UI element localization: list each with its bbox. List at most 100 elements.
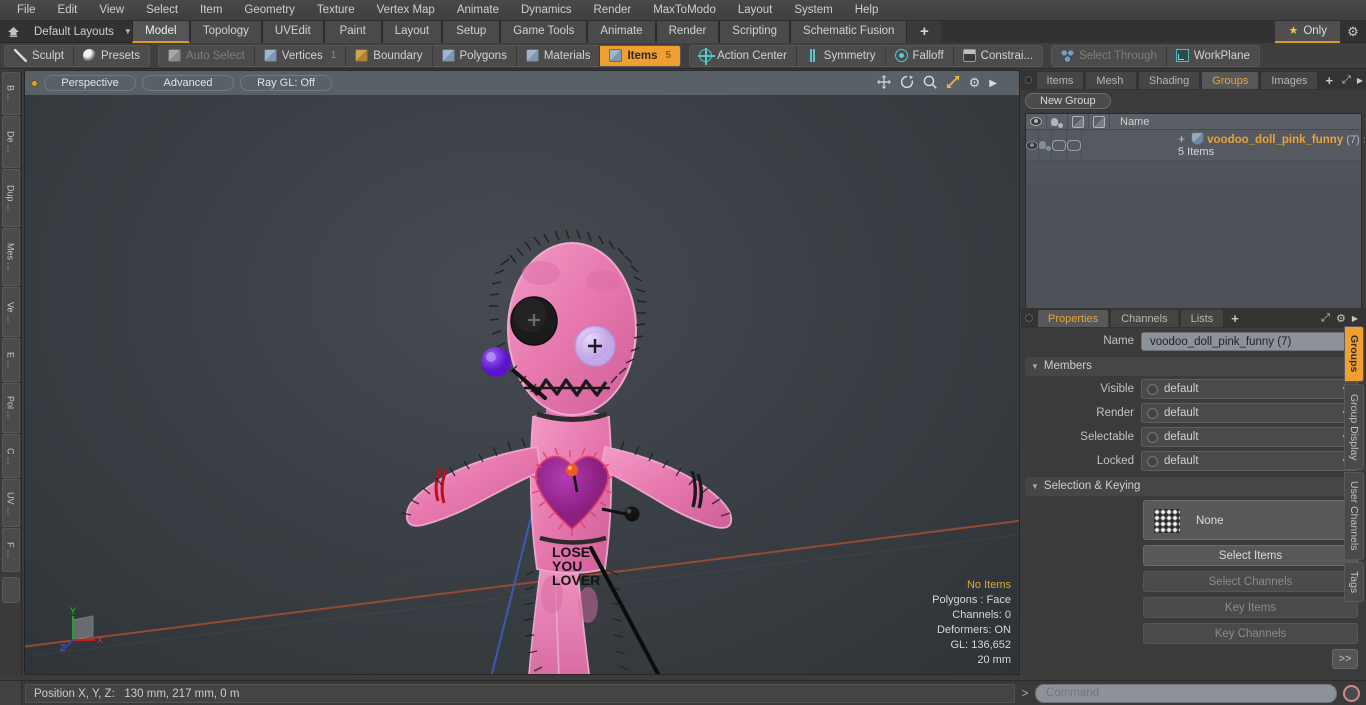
tab-shading[interactable]: Shading xyxy=(1137,71,1201,89)
left-tab-edge[interactable]: E ... xyxy=(1,338,20,382)
render-dropdown[interactable]: default ▼ xyxy=(1141,403,1358,423)
bottom-left-handle[interactable] xyxy=(0,680,22,705)
menu-item-system[interactable]: System xyxy=(783,0,843,21)
tree-empty-area[interactable] xyxy=(1026,161,1361,183)
panel-menu-dot[interactable] xyxy=(1025,314,1033,322)
rotate-icon[interactable] xyxy=(900,75,914,92)
left-tab-deform[interactable]: De ... xyxy=(1,116,20,168)
tab-schematic-fusion[interactable]: Schematic Fusion xyxy=(790,20,908,43)
radio-icon[interactable] xyxy=(1147,407,1158,419)
menu-item-file[interactable]: File xyxy=(6,0,47,21)
tab-groups[interactable]: Groups xyxy=(1201,71,1260,89)
auto-select-button[interactable]: Auto Select xyxy=(158,45,255,66)
tab-render[interactable]: Render xyxy=(655,20,720,43)
vtab-group-display[interactable]: Group Display xyxy=(1344,384,1364,470)
gear-icon[interactable]: ⚙ xyxy=(969,75,981,91)
layout-name[interactable]: Default Layouts xyxy=(26,26,122,38)
menu-item-dynamics[interactable]: Dynamics xyxy=(510,0,582,21)
selectable-dropdown[interactable]: default ▼ xyxy=(1141,427,1358,447)
row-visible-toggle[interactable] xyxy=(1026,130,1039,160)
new-group-button[interactable]: New Group xyxy=(1025,93,1111,109)
materials-button[interactable]: Materials xyxy=(516,45,601,66)
groups-tree[interactable]: Name + voodoo_doll_pink_funny (7) : Gr .… xyxy=(1025,113,1366,309)
left-tab-vertex[interactable]: Ve ... xyxy=(1,287,20,337)
radio-icon[interactable] xyxy=(1147,431,1158,443)
locked-dropdown[interactable]: default ▼ xyxy=(1141,451,1358,471)
record-icon[interactable] xyxy=(1343,684,1360,702)
play-arrow-icon[interactable]: ▶ xyxy=(989,78,997,89)
expand-icon[interactable]: ⤢ xyxy=(1318,312,1333,325)
falloff-button[interactable]: Falloff xyxy=(885,45,954,66)
tab-items[interactable]: Items xyxy=(1035,71,1085,89)
viewport-projection-dropdown[interactable]: Perspective xyxy=(44,75,136,91)
row-deform-toggle[interactable] xyxy=(1039,130,1052,160)
chevron-right-icon[interactable]: ▶ xyxy=(1349,314,1366,323)
left-tab-mesh[interactable]: Mes ... xyxy=(1,228,20,286)
selection-keying-section-header[interactable]: ▼ Selection & Keying xyxy=(1025,477,1358,496)
left-tab-fusion[interactable]: F ... xyxy=(1,528,20,572)
left-tab-polygon[interactable]: Pol ... xyxy=(1,383,20,433)
select-items-button[interactable]: Select Items xyxy=(1143,545,1358,566)
tab-properties[interactable]: Properties xyxy=(1037,309,1110,327)
tab-uvedit[interactable]: UVEdit xyxy=(261,20,324,43)
tab-mesh[interactable]: Mesh ... xyxy=(1085,71,1137,105)
left-tab-extra[interactable] xyxy=(1,577,20,603)
menu-item-view[interactable]: View xyxy=(88,0,135,21)
visible-dropdown[interactable]: default ▼ xyxy=(1141,379,1358,399)
row-shade-toggle[interactable] xyxy=(1067,130,1082,160)
tab-topology[interactable]: Topology xyxy=(189,20,262,43)
action-center-button[interactable]: Action Center xyxy=(690,45,797,66)
items-button[interactable]: Items 5 xyxy=(600,45,681,66)
tab-channels[interactable]: Channels xyxy=(1110,309,1179,327)
radio-icon[interactable] xyxy=(1147,455,1158,467)
axis-gizmo[interactable]: Y X Z xyxy=(59,604,111,656)
menu-item-animate[interactable]: Animate xyxy=(446,0,510,21)
tab-paint[interactable]: Paint xyxy=(323,20,382,43)
tab-animate[interactable]: Animate xyxy=(587,20,656,43)
group-name[interactable]: voodoo_doll_pink_funny xyxy=(1207,134,1343,146)
menu-item-texture[interactable]: Texture xyxy=(306,0,366,21)
vtab-groups[interactable]: Groups xyxy=(1344,326,1364,382)
row-wire-toggle[interactable] xyxy=(1052,130,1067,160)
constraint-button[interactable]: Constrai... xyxy=(953,45,1043,66)
vertices-button[interactable]: Vertices 1 xyxy=(254,45,347,66)
vtab-user-channels[interactable]: User Channels xyxy=(1344,472,1364,560)
viewport-canvas[interactable]: LOSE YOU LOVER No Items Polygons : Face … xyxy=(25,95,1019,674)
plus-expand-icon[interactable]: + xyxy=(1178,132,1185,146)
left-tab-curve[interactable]: C ... xyxy=(1,434,20,478)
expand-icon[interactable]: ⤢ xyxy=(1339,74,1354,87)
chevron-right-icon[interactable]: ▶ xyxy=(1354,76,1366,85)
left-tab-uv[interactable]: UV ... xyxy=(1,479,20,527)
tab-setup[interactable]: Setup xyxy=(442,20,501,43)
zoom-icon[interactable] xyxy=(923,75,937,92)
command-input[interactable] xyxy=(1035,683,1337,703)
table-row[interactable]: + voodoo_doll_pink_funny (7) : Gr ... 5 … xyxy=(1026,130,1366,161)
boundary-button[interactable]: Boundary xyxy=(346,45,433,66)
symmetry-button[interactable]: Symmetry xyxy=(796,45,886,66)
name-field[interactable]: voodoo_doll_pink_funny (7) xyxy=(1141,331,1358,351)
gear-icon[interactable]: ⚙ xyxy=(1340,21,1366,43)
presets-button[interactable]: Presets xyxy=(73,45,149,66)
radio-icon[interactable] xyxy=(1147,383,1158,395)
vtab-tags[interactable]: Tags xyxy=(1344,562,1364,602)
move-icon[interactable] xyxy=(876,74,891,92)
fast-forward-button[interactable]: >> xyxy=(1332,649,1358,669)
fit-icon[interactable] xyxy=(946,75,960,92)
add-properties-tab-button[interactable]: + xyxy=(1225,311,1245,326)
sculpt-button[interactable]: Sculpt xyxy=(5,45,74,66)
menu-item-layout[interactable]: Layout xyxy=(727,0,784,21)
menu-item-item[interactable]: Item xyxy=(189,0,233,21)
panel-menu-dot[interactable] xyxy=(1025,76,1032,84)
voodoo-doll-model[interactable]: LOSE YOU LOVER xyxy=(25,95,1019,674)
tab-scripting[interactable]: Scripting xyxy=(719,20,791,43)
menu-item-maxtomodo[interactable]: MaxToModo xyxy=(642,0,727,21)
menu-item-vertex-map[interactable]: Vertex Map xyxy=(366,0,446,21)
viewport-state-dot[interactable] xyxy=(31,79,38,87)
chevron-down-icon[interactable]: ▼ xyxy=(124,27,132,36)
menu-item-select[interactable]: Select xyxy=(135,0,189,21)
position-readout[interactable]: Position X, Y, Z: 130 mm, 217 mm, 0 m xyxy=(25,683,1015,703)
home-icon[interactable] xyxy=(0,21,26,43)
workplane-button[interactable]: WorkPlane xyxy=(1166,45,1259,66)
left-tab-duplicate[interactable]: Dup ... xyxy=(1,169,20,227)
left-tab-basic[interactable]: B ... xyxy=(1,72,20,115)
